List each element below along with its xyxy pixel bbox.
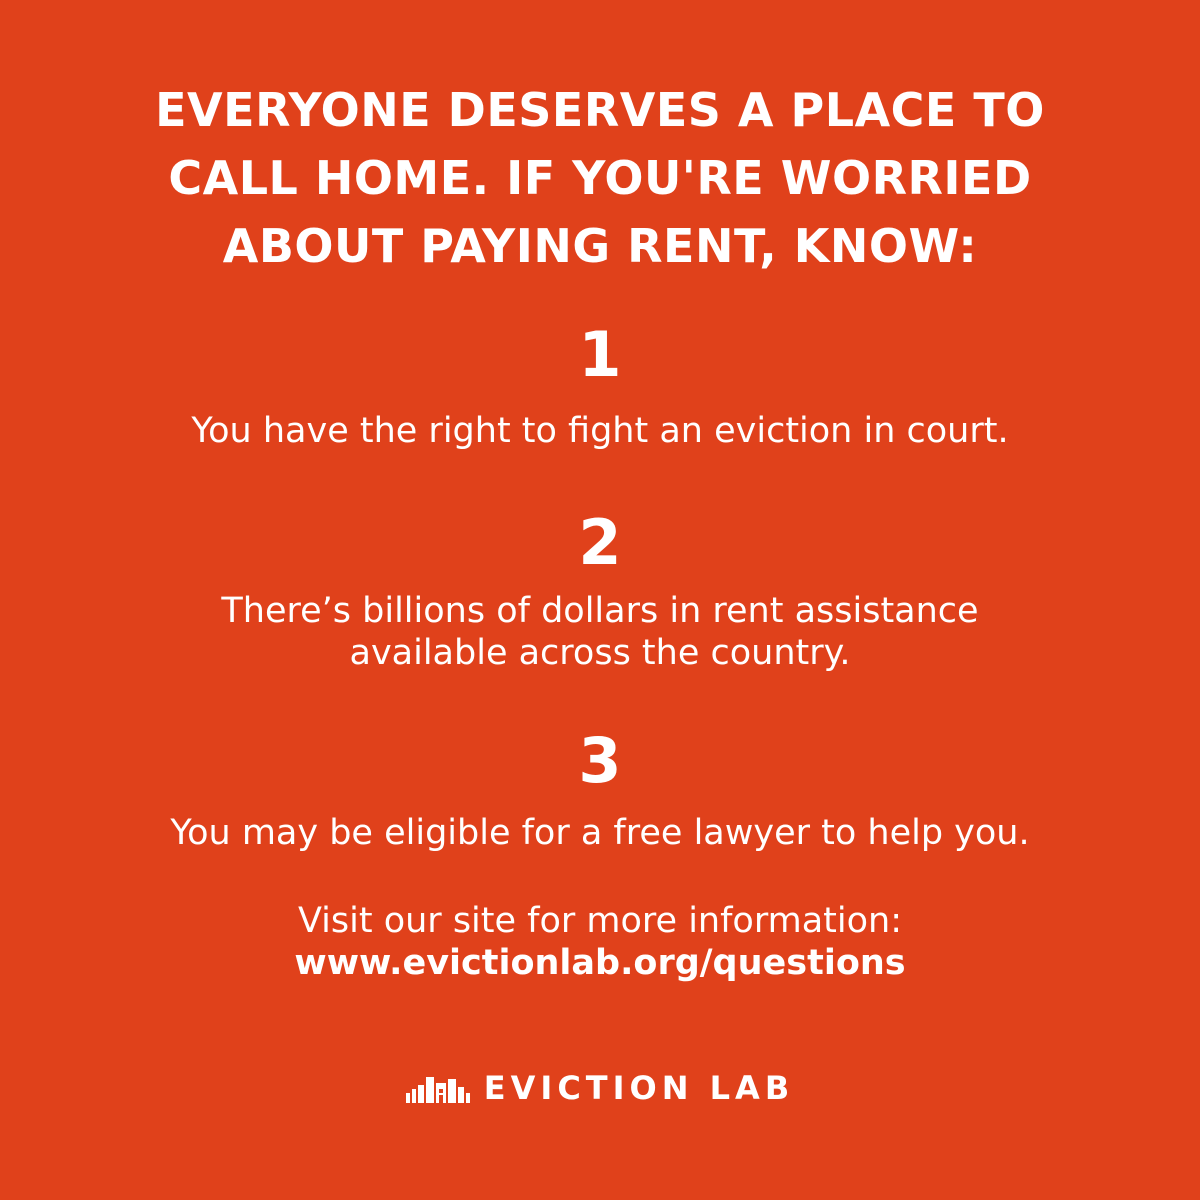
logo-text: EVICTION LAB [483,1069,795,1107]
headline: EVERYONE DESERVES A PLACE TO CALL HOME. … [60,76,1140,280]
point-text-2: There’s billions of dollars in rent assi… [40,590,1160,674]
point-number-2: 2 [578,506,622,579]
headline-line-2: CALL HOME. IF YOU'RE WORRIED [168,151,1032,205]
headline-line-3: ABOUT PAYING RENT, KNOW: [222,219,978,273]
visit-info: Visit our site for more information: www… [40,900,1160,984]
point-3-line-1: You may be eligible for a free lawyer to… [170,813,1030,853]
website-url: www.evictionlab.org/questions [294,943,906,983]
point-number-3: 3 [578,724,622,797]
headline-line-1: EVERYONE DESERVES A PLACE TO [155,83,1045,137]
point-number-1: 1 [578,318,622,391]
visit-text: Visit our site for more information: [298,901,902,941]
buildings-icon [405,1077,470,1103]
point-text-3: You may be eligible for a free lawyer to… [40,812,1160,854]
point-1-line-1: You have the right to fight an eviction … [191,411,1009,451]
point-2-line-1: There’s billions of dollars in rent assi… [221,591,979,631]
point-2-line-2: available across the country. [349,633,851,673]
eviction-lab-logo: EVICTION LAB [0,1068,1200,1108]
point-text-1: You have the right to fight an eviction … [40,410,1160,452]
eviction-lab-graphic: EVERYONE DESERVES A PLACE TO CALL HOME. … [0,0,1200,1200]
